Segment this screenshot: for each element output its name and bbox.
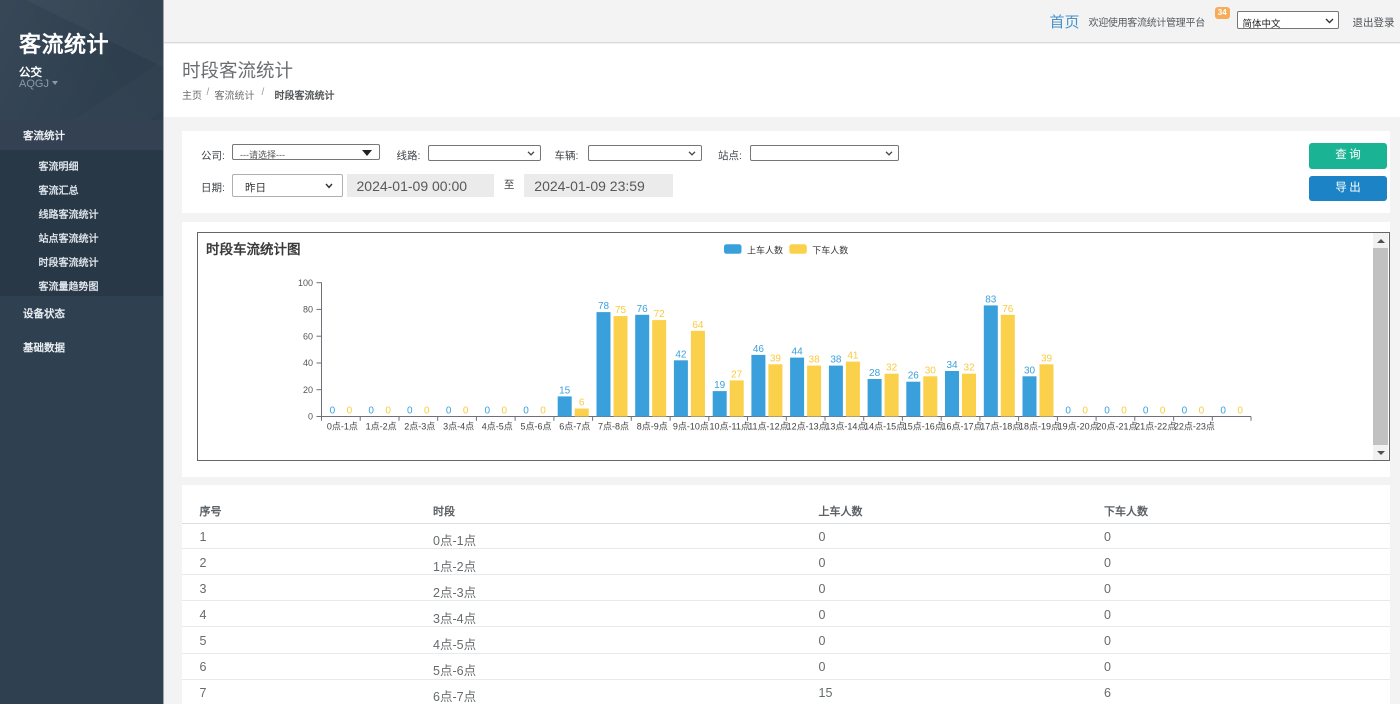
svg-text:83: 83 [985,294,997,305]
svg-text:0: 0 [385,406,391,417]
svg-text:2点-3点: 2点-3点 [404,422,435,432]
svg-text:12点-13点: 12点-13点 [787,422,828,432]
svg-text:19: 19 [714,380,726,391]
svg-text:时段车流统计图: 时段车流统计图 [206,241,301,257]
svg-text:0: 0 [1082,406,1088,417]
svg-text:0: 0 [1199,406,1205,417]
svg-text:0: 0 [485,406,491,417]
svg-text:32: 32 [963,363,975,374]
svg-text:11点-12点: 11点-12点 [748,422,788,432]
svg-text:0: 0 [1160,406,1166,417]
svg-text:0: 0 [1182,406,1188,417]
svg-text:80: 80 [303,305,313,315]
svg-text:0: 0 [424,406,430,417]
svg-text:38: 38 [809,355,821,366]
svg-text:27: 27 [731,369,743,380]
svg-text:41: 41 [847,351,859,362]
svg-text:13点-14点: 13点-14点 [825,422,866,432]
svg-text:17点-18点: 17点-18点 [980,422,1021,432]
svg-text:18点-19点: 18点-19点 [1019,422,1060,432]
svg-text:0: 0 [1143,406,1149,417]
svg-text:0: 0 [540,406,546,417]
svg-text:40: 40 [303,358,313,368]
svg-text:4点-5点: 4点-5点 [482,422,513,432]
svg-text:28: 28 [869,368,881,379]
svg-text:22点-23点: 22点-23点 [1174,422,1215,432]
svg-text:0: 0 [502,406,508,417]
svg-text:20: 20 [303,385,313,395]
svg-text:0: 0 [1065,406,1071,417]
svg-text:15点-16点: 15点-16点 [903,422,944,432]
svg-text:42: 42 [675,349,687,360]
svg-text:76: 76 [637,304,649,315]
svg-text:0: 0 [463,406,469,417]
svg-text:0: 0 [407,406,413,417]
svg-text:0: 0 [446,406,452,417]
svg-text:0: 0 [1104,406,1110,417]
svg-text:6点-7点: 6点-7点 [559,422,590,432]
svg-text:8点-9点: 8点-9点 [637,422,668,432]
svg-text:14点-15点: 14点-15点 [864,422,905,432]
svg-text:39: 39 [770,353,782,364]
svg-text:9点-10点: 9点-10点 [673,422,709,432]
svg-text:0: 0 [1220,406,1226,417]
svg-text:0: 0 [330,406,336,417]
svg-text:100: 100 [298,278,313,288]
svg-text:5点-6点: 5点-6点 [520,422,551,432]
svg-text:10点-11点: 10点-11点 [710,422,750,432]
svg-text:32: 32 [886,363,898,374]
svg-text:0: 0 [523,406,529,417]
svg-text:上车人数: 上车人数 [747,245,783,256]
svg-text:16点-17点: 16点-17点 [941,422,982,432]
svg-text:76: 76 [1002,304,1014,315]
svg-text:0: 0 [347,406,353,417]
svg-text:7点-8点: 7点-8点 [598,422,629,432]
svg-text:0点-1点: 0点-1点 [327,422,358,432]
svg-text:30: 30 [925,365,937,376]
svg-text:34: 34 [946,360,958,371]
svg-text:0: 0 [1121,406,1127,417]
svg-text:19点-20点: 19点-20点 [1058,422,1099,432]
svg-text:72: 72 [654,309,666,320]
svg-text:0: 0 [308,412,313,422]
svg-text:64: 64 [692,320,704,331]
svg-text:60: 60 [303,331,313,341]
svg-text:6: 6 [579,398,585,409]
svg-text:20点-21点: 20点-21点 [1096,422,1137,432]
svg-text:39: 39 [1041,353,1053,364]
svg-text:38: 38 [830,355,842,366]
svg-text:0: 0 [1237,406,1243,417]
svg-text:30: 30 [1024,365,1036,376]
svg-text:75: 75 [615,305,627,316]
svg-text:15: 15 [559,385,571,396]
svg-text:46: 46 [753,344,765,355]
svg-text:下车人数: 下车人数 [812,245,848,256]
svg-text:1点-2点: 1点-2点 [366,422,397,432]
svg-text:21点-22点: 21点-22点 [1135,422,1176,432]
svg-text:26: 26 [908,371,920,382]
svg-text:0: 0 [368,406,374,417]
svg-text:78: 78 [598,301,610,312]
svg-text:3点-4点: 3点-4点 [443,422,474,432]
svg-text:44: 44 [792,347,804,358]
